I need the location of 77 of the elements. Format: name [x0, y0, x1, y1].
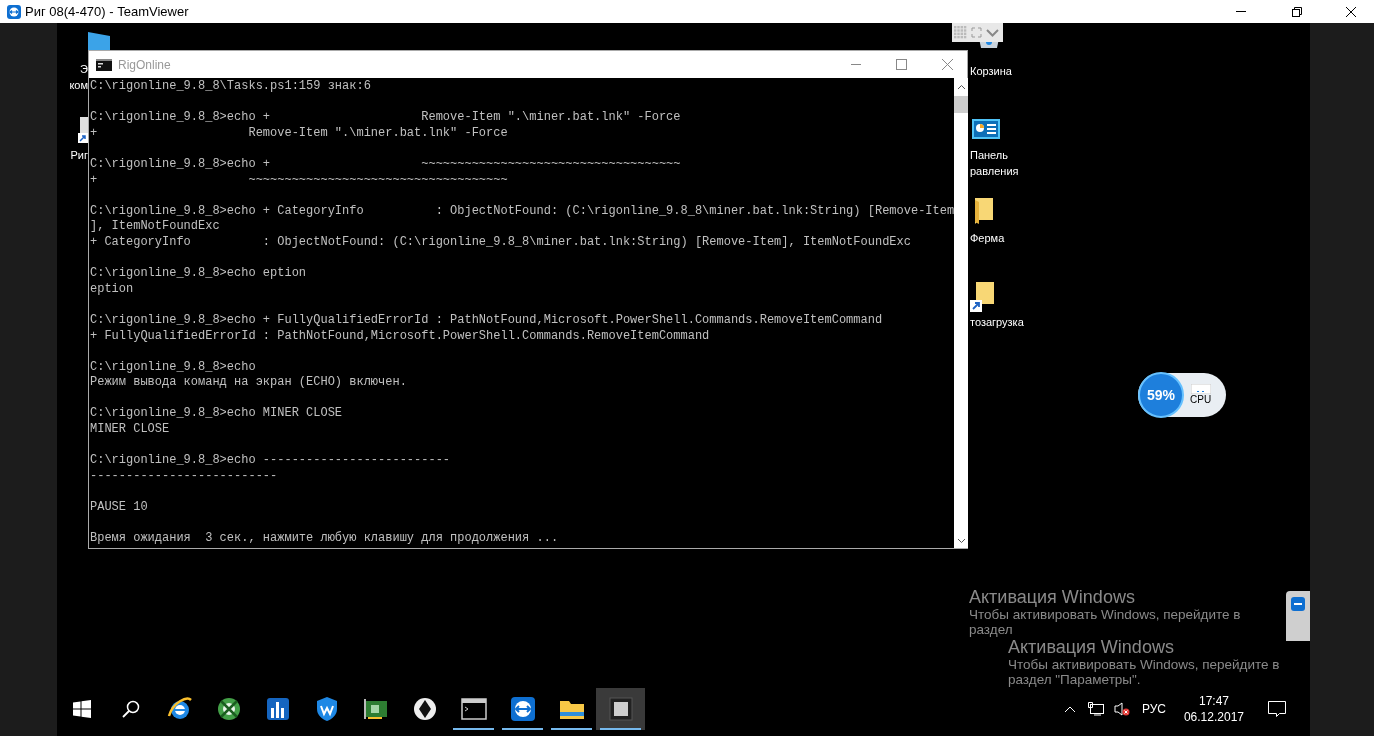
console-line: Время ожидания 3 сек., нажмите любую клавишу для продолжения ... — [90, 531, 559, 546]
activation-title: Активация Windows — [969, 588, 1136, 607]
console-line: C:\rigonline_9.8_8>echo eption — [90, 266, 307, 281]
search-icon — [120, 699, 141, 719]
window-title: Риг 08(4-470) - TeamViewer — [25, 2, 189, 21]
scroll-up-icon[interactable] — [956, 84, 966, 90]
console-line: C:\rigonline_9.8_8>echo MINER CLOSE — [90, 406, 343, 421]
network-icon[interactable] — [1087, 702, 1104, 716]
x-circle-icon — [215, 696, 242, 722]
muted-speaker-icon[interactable] — [1113, 702, 1130, 716]
folder-shortcut-icon — [970, 282, 996, 312]
running-indicator — [453, 728, 494, 730]
desktop-icon-label[interactable]: равления — [970, 163, 1019, 179]
activation-text: раздел — [969, 622, 1014, 637]
chevron-down-icon[interactable] — [986, 28, 999, 37]
console-title: RigOnline — [118, 56, 171, 74]
desktop-icon-label[interactable]: Корзина — [970, 63, 1012, 79]
desktop-icon-label[interactable]: тозагрузка — [970, 314, 1024, 330]
running-indicator — [502, 728, 543, 730]
folder-icon — [975, 198, 995, 224]
console-line: MINER CLOSE — [90, 422, 170, 437]
desktop-icon-label[interactable]: Ферма — [970, 230, 1005, 246]
console-line: eption — [90, 281, 134, 296]
console-line: C:\rigonline_9.8_8>echo — [90, 359, 256, 374]
console-line: C:\rigonline_9.8_8>echo + FullyQualifiedErrorId : PathNotFound,Microsoft.PowerShell.Commands.RemoveItemCommand — [90, 312, 883, 327]
console-line: C:\rigonline_9.8_8>echo -------------------------- — [90, 453, 451, 468]
terminal-icon — [460, 698, 487, 720]
console-app-icon — [96, 58, 112, 71]
expansion-card-icon — [362, 697, 389, 721]
maximize-icon[interactable] — [896, 59, 907, 70]
console-line: + CategoryInfo : ObjectNotFound: (C:\rigonline_9.8_8\miner.bat.lnk:String) [Remove-Item], ItemNotFoundExc — [90, 234, 911, 249]
console-line: PAUSE 10 — [90, 500, 148, 515]
restore-icon — [1292, 6, 1302, 17]
console-line: -------------------------- — [90, 468, 278, 483]
app-logo-icon — [7, 4, 21, 19]
chevron-up-icon[interactable] — [1063, 705, 1076, 713]
gauge-icon — [1190, 384, 1211, 394]
taskbar-button[interactable] — [596, 688, 645, 730]
language-indicator[interactable]: РУС — [1141, 700, 1166, 718]
console-line: C:\rigonline_9.8_8>echo + CategoryInfo : ObjectNotFound: (C:\rigonline_9.8_8\miner.bat.lnk:String) [Remove-Item — [90, 203, 955, 218]
close-icon — [1346, 6, 1356, 17]
close-icon[interactable] — [942, 59, 953, 70]
activation-text: Чтобы активировать Windows, перейдите в — [969, 607, 1241, 622]
scroll-down-icon[interactable] — [956, 538, 966, 544]
activation-text: Чтобы активировать Windows, перейдите в — [1008, 657, 1280, 672]
windows-logo-icon — [72, 700, 91, 718]
console-line: C:\rigonline_9.8_8\Tasks.ps1:159 знак:6 — [90, 79, 371, 93]
scrollbar[interactable] — [954, 78, 969, 548]
running-indicator — [600, 728, 641, 730]
shield-icon — [314, 696, 339, 722]
cpu-percent: 59% — [1147, 385, 1175, 405]
console-line: + Remove-Item ".\miner.bat.lnk" -Force — [90, 125, 508, 140]
console-line: C:\rigonline_9.8_8>echo + Remove-Item ".\miner.bat.lnk" -Force — [90, 110, 681, 125]
running-indicator — [551, 728, 592, 730]
minimize-icon — [1236, 11, 1246, 12]
letter-e-globe-icon — [166, 696, 193, 722]
activation-title: Активация Windows — [1008, 638, 1175, 657]
folder-icon — [558, 698, 585, 720]
console-line: C:\rigonline_9.8_8>echo + ~~~~~~~~~~~~~~~~~~~~~~~~~~~~~~~~~~~~ — [90, 156, 681, 171]
notification-icon[interactable] — [1268, 701, 1286, 717]
circle-logo-icon — [411, 696, 438, 722]
desktop-icon-label[interactable]: Риг — [70, 147, 88, 163]
desktop-icon-label[interactable]: Э — [80, 61, 88, 77]
desktop-icon-label[interactable]: Панель — [970, 147, 1008, 163]
square-chip-icon — [608, 697, 633, 721]
desktop-icon-label[interactable]: ком — [69, 77, 88, 93]
console-line: + ~~~~~~~~~~~~~~~~~~~~~~~~~~~~~~~~~~~~ — [90, 172, 508, 187]
console-line: + FullyQualifiedErrorId : PathNotFound,Microsoft.PowerShell.Commands.RemoveItemCommand — [90, 328, 710, 343]
console-line: ], ItemNotFoundExc — [90, 219, 220, 234]
cpu-label: CPU — [1190, 394, 1212, 406]
bar-chart-icon — [264, 696, 291, 722]
activation-text: раздел "Параметры". — [1008, 672, 1142, 687]
scroll-thumb[interactable] — [954, 96, 969, 113]
console-line: Режим вывода команд на экран (ECHO) включен. — [90, 375, 407, 390]
side-tab[interactable] — [1286, 591, 1310, 641]
clock[interactable]: 17:47 06.12.2017 — [1179, 688, 1248, 730]
control-panel-icon — [972, 119, 1000, 139]
